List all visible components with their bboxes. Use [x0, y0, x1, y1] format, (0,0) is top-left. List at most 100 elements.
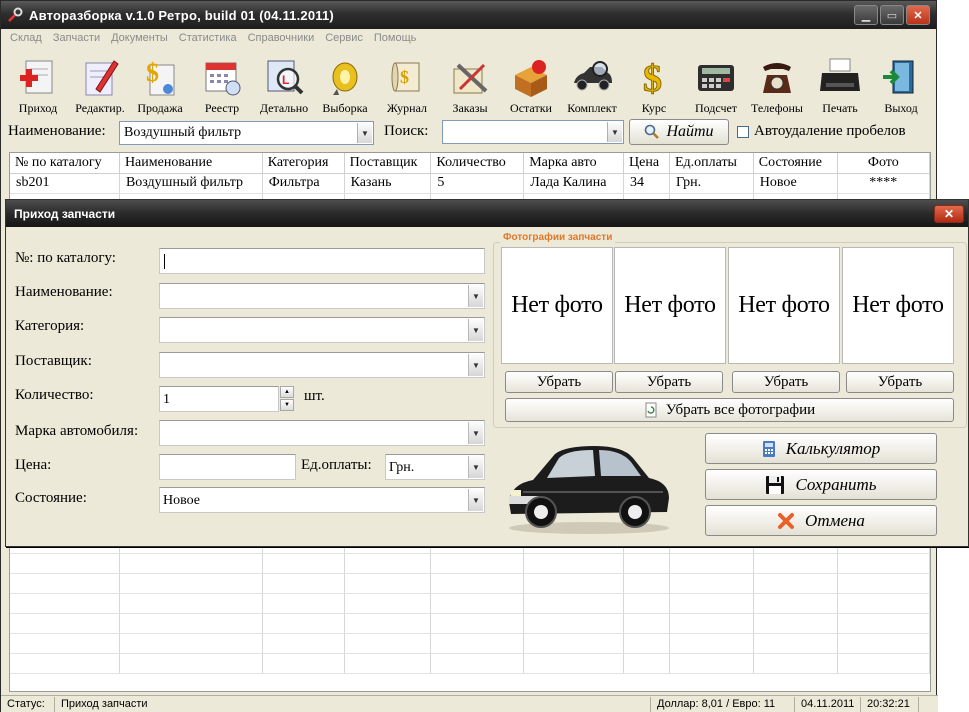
column-header[interactable]: № по каталогу [10, 153, 120, 174]
empty-row[interactable] [10, 553, 930, 574]
column-header[interactable]: Наименование [119, 153, 263, 174]
chevron-down-icon[interactable]: ▼ [468, 354, 483, 376]
remove-photo-3-button[interactable]: Убрать [732, 371, 840, 393]
empty-row[interactable] [10, 653, 930, 674]
empty-cell [119, 653, 263, 674]
name-label: Наименование: [15, 284, 113, 300]
toolbar-vyborka[interactable]: Выборка [319, 51, 371, 116]
menu-dokumenty[interactable]: Документы [106, 32, 174, 44]
chevron-down-icon[interactable]: ▼ [468, 319, 483, 341]
stepper-up-icon[interactable]: ▲ [280, 386, 294, 398]
car-brand-label: Марка автомобиля: [15, 423, 139, 439]
menubar: Склад Запчасти Документы Статистика Спра… [1, 29, 936, 47]
chevron-down-icon[interactable]: ▼ [357, 123, 372, 143]
empty-row[interactable] [10, 633, 930, 654]
cancel-button[interactable]: Отмена [705, 505, 937, 536]
table-row[interactable]: sb201 Воздушный фильтр Фильтра Казань 5 … [10, 173, 930, 194]
toolbar-prihod[interactable]: Приход [15, 51, 61, 116]
empty-cell [119, 633, 263, 654]
menu-spravochniki[interactable]: Справочники [243, 32, 321, 44]
find-button[interactable]: Найти [629, 119, 729, 145]
empty-cell [10, 573, 120, 594]
toolbar-prodazha[interactable]: $ Продажа [132, 51, 188, 116]
empty-row[interactable] [10, 573, 930, 594]
name-combo[interactable]: ▼ [159, 283, 485, 309]
remove-photo-1-button[interactable]: Убрать [505, 371, 613, 393]
chevron-down-icon[interactable]: ▼ [468, 285, 483, 307]
empty-row[interactable] [10, 593, 930, 614]
column-header[interactable]: Ед.оплаты [669, 153, 754, 174]
empty-cell [262, 653, 345, 674]
toolbar-redaktir[interactable]: Редактир. [72, 51, 128, 116]
toolbar-ostatki[interactable]: Остатки [506, 51, 556, 116]
column-header[interactable]: Количество [430, 153, 525, 174]
quantity-field[interactable]: 1 [159, 386, 279, 412]
photo-slot-3[interactable]: Нет фото [728, 247, 840, 364]
toolbar-reestr[interactable]: Реестр [197, 51, 247, 116]
chevron-down-icon[interactable]: ▼ [468, 422, 483, 444]
magnifier-detail-icon: L [267, 60, 304, 95]
remove-photo-2-button[interactable]: Убрать [615, 371, 723, 393]
cell: **** [837, 173, 930, 194]
auto-trim-checkbox[interactable] [737, 126, 749, 138]
category-combo[interactable]: ▼ [159, 317, 485, 343]
menu-zapchasti[interactable]: Запчасти [48, 32, 106, 44]
remove-all-photos-button[interactable]: Убрать все фотографии [505, 398, 954, 422]
minimize-button[interactable]: ▁ [854, 5, 878, 25]
empty-row[interactable] [10, 613, 930, 634]
supplier-combo[interactable]: ▼ [159, 352, 485, 378]
empty-cell [753, 553, 838, 574]
toolbar-detalno[interactable]: L Детально [256, 51, 312, 116]
column-header[interactable]: Поставщик [344, 153, 432, 174]
save-button[interactable]: Сохранить [705, 469, 937, 500]
empty-cell [753, 593, 838, 614]
empty-cell [344, 573, 432, 594]
chevron-down-icon[interactable]: ▼ [468, 489, 483, 511]
column-header[interactable]: Состояние [753, 153, 838, 174]
menu-servis[interactable]: Сервис [320, 32, 369, 44]
column-header[interactable]: Фото [837, 153, 930, 174]
photo-slot-4[interactable]: Нет фото [842, 247, 954, 364]
photo-slot-1[interactable]: Нет фото [501, 247, 613, 364]
empty-cell [10, 653, 120, 674]
maximize-button[interactable]: ▭ [880, 5, 904, 25]
empty-cell [119, 573, 263, 594]
empty-cell [430, 573, 525, 594]
toolbar-telefony[interactable]: Телефоны [746, 51, 808, 116]
column-header[interactable]: Цена [623, 153, 670, 174]
quantity-stepper[interactable]: ▲ ▼ [280, 386, 294, 412]
toolbar-komplekt[interactable]: Комплект [563, 51, 621, 116]
toolbar-zhurnal[interactable]: $ Журнал [382, 51, 432, 116]
toolbar-kurs[interactable]: $ Курс [633, 51, 675, 116]
search-input[interactable]: ▼ [442, 120, 624, 144]
main-titlebar[interactable]: Авторазборка v.1.0 Ретро, build 01 (04.1… [1, 1, 936, 29]
catalog-number-field[interactable] [159, 248, 485, 274]
menu-pomosch[interactable]: Помощь [369, 32, 423, 44]
empty-cell [669, 613, 754, 634]
dialog-close-button[interactable]: ✕ [934, 204, 964, 223]
menu-statistika[interactable]: Статистика [174, 32, 243, 44]
close-button[interactable]: ✕ [906, 5, 930, 25]
column-header[interactable]: Марка авто [523, 153, 625, 174]
toolbar-podschet[interactable]: Подсчет [687, 51, 745, 116]
price-field[interactable] [159, 454, 296, 480]
stepper-down-icon[interactable]: ▼ [280, 399, 294, 411]
calculator-button[interactable]: Калькулятор [705, 433, 937, 464]
dialog-titlebar[interactable]: Приход запчасти ✕ [6, 200, 968, 227]
column-header[interactable]: Категория [262, 153, 345, 174]
toolbar-zakazy[interactable]: Заказы [445, 51, 495, 116]
menu-sklad[interactable]: Склад [5, 32, 48, 44]
cell: Новое [753, 173, 838, 194]
filter-name-combo[interactable]: Воздушный фильтр ▼ [119, 121, 374, 145]
chevron-down-icon[interactable]: ▼ [468, 456, 483, 478]
toolbar-pechat[interactable]: Печать [813, 51, 867, 116]
payment-unit-combo[interactable]: Грн. ▼ [385, 454, 485, 480]
svg-text:L: L [282, 73, 289, 87]
toolbar-vyhod[interactable]: Выход [877, 51, 925, 116]
empty-cell [523, 633, 625, 654]
remove-photo-4-button[interactable]: Убрать [846, 371, 954, 393]
chevron-down-icon[interactable]: ▼ [607, 122, 622, 142]
car-brand-combo[interactable]: ▼ [159, 420, 485, 446]
state-combo[interactable]: Новое ▼ [159, 487, 485, 513]
photo-slot-2[interactable]: Нет фото [614, 247, 726, 364]
